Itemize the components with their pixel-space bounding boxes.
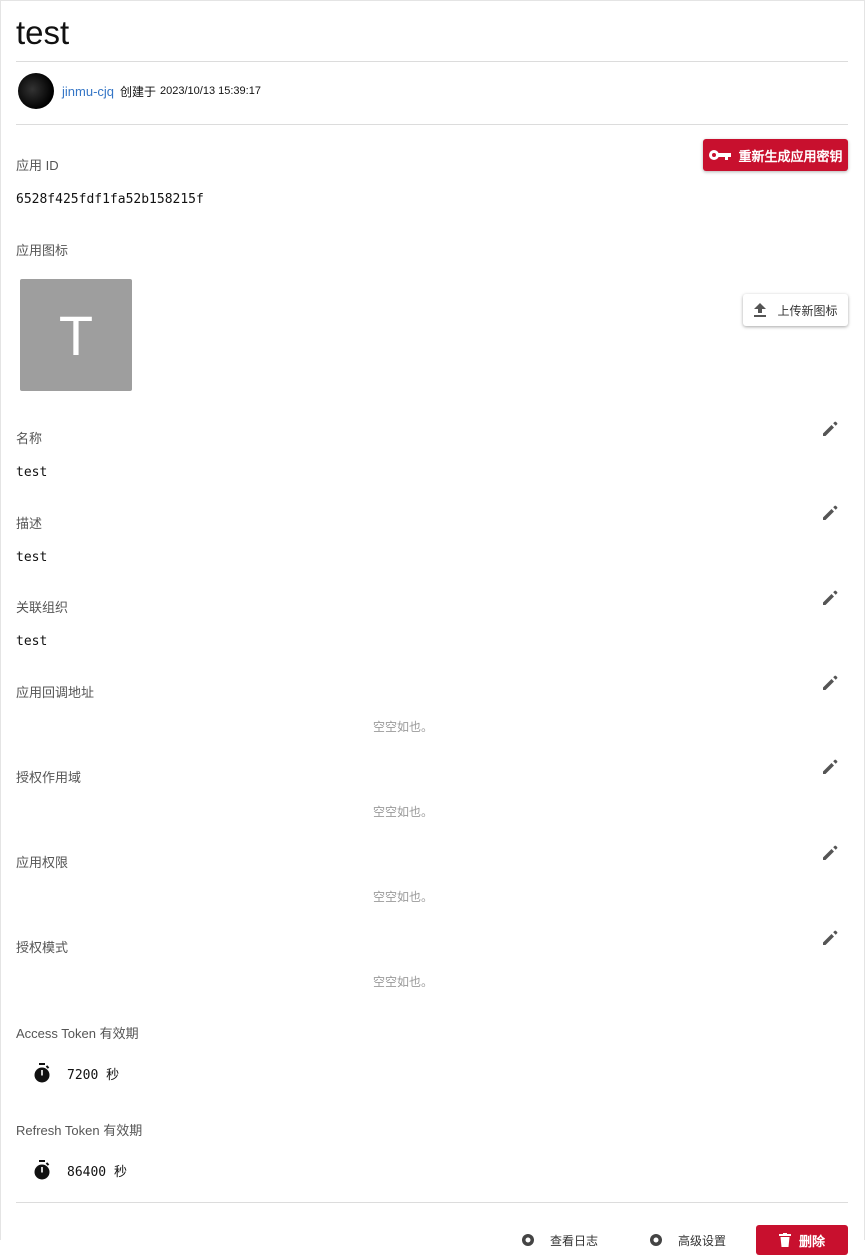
name-value: test	[16, 465, 48, 480]
scope-empty: 空空如也。	[372, 805, 433, 819]
settings-icon	[522, 1234, 534, 1246]
refresh-token-row: 86400 秒	[33, 1160, 127, 1180]
avatar[interactable]	[18, 73, 54, 109]
created-prefix: 创建于	[120, 84, 157, 99]
organization-value: test	[16, 634, 48, 649]
organization-label: 关联组织	[16, 600, 69, 615]
refresh-token-value: 86400 秒	[67, 1164, 127, 1180]
timer-icon	[34, 1160, 50, 1180]
grant-mode-empty: 空空如也。	[372, 975, 433, 989]
permissions-empty: 空空如也。	[372, 890, 433, 904]
edit-permissions-icon[interactable]	[820, 843, 840, 863]
description-value: test	[16, 550, 48, 565]
upload-icon-button[interactable]: 上传新图标	[743, 294, 848, 326]
app-icon-image: T	[20, 279, 132, 391]
access-token-row: 7200 秒	[33, 1063, 119, 1083]
name-label: 名称	[16, 431, 43, 446]
view-logs-button[interactable]: 查看日志	[520, 1228, 598, 1252]
upload-icon-label: 上传新图标	[777, 303, 838, 318]
page-frame	[0, 0, 865, 1240]
permissions-label: 应用权限	[16, 855, 69, 870]
page-title: test	[16, 14, 70, 51]
created-time: 2023/10/13 15:39:17	[160, 85, 261, 97]
edit-scope-icon[interactable]	[820, 757, 840, 777]
access-token-value: 7200 秒	[67, 1067, 120, 1083]
app-id-value: 6528f425fdf1fa52b158215f	[16, 192, 204, 207]
refresh-token-label: Refresh Token 有效期	[16, 1123, 143, 1138]
timer-icon	[34, 1063, 50, 1083]
edit-organization-icon[interactable]	[820, 588, 840, 608]
description-label: 描述	[16, 516, 43, 531]
delete-button[interactable]: 删除	[756, 1225, 848, 1255]
app-id-label: 应用 ID	[16, 158, 59, 173]
divider	[16, 124, 848, 125]
key-icon	[709, 150, 732, 160]
divider	[16, 1202, 848, 1203]
view-logs-label: 查看日志	[550, 1233, 599, 1248]
delete-label: 删除	[798, 1233, 825, 1249]
edit-grant-mode-icon[interactable]	[820, 928, 840, 948]
edit-description-icon[interactable]	[820, 503, 840, 523]
callback-url-empty: 空空如也。	[372, 720, 433, 734]
settings-icon	[650, 1234, 662, 1246]
regenerate-key-label: 重新生成应用密钥	[738, 148, 843, 164]
advanced-settings-button[interactable]: 高级设置	[648, 1228, 726, 1252]
app-icon-letter: T	[58, 303, 94, 367]
scope-label: 授权作用域	[16, 770, 82, 785]
regenerate-key-button[interactable]: 重新生成应用密钥	[703, 139, 848, 171]
upload-icon	[754, 303, 767, 317]
callback-url-label: 应用回调地址	[16, 685, 95, 700]
edit-name-icon[interactable]	[820, 419, 840, 439]
grant-mode-label: 授权模式	[16, 940, 69, 955]
app-icon-label: 应用图标	[16, 243, 69, 258]
author-row: jinmu-cjq 创建于 2023/10/13 15:39:17	[18, 72, 261, 110]
divider	[16, 61, 848, 62]
delete-icon	[778, 1233, 791, 1247]
access-token-label: Access Token 有效期	[16, 1026, 139, 1041]
advanced-settings-label: 高级设置	[678, 1233, 727, 1248]
author-link[interactable]: jinmu-cjq	[62, 84, 114, 99]
edit-callback-url-icon[interactable]	[820, 673, 840, 693]
